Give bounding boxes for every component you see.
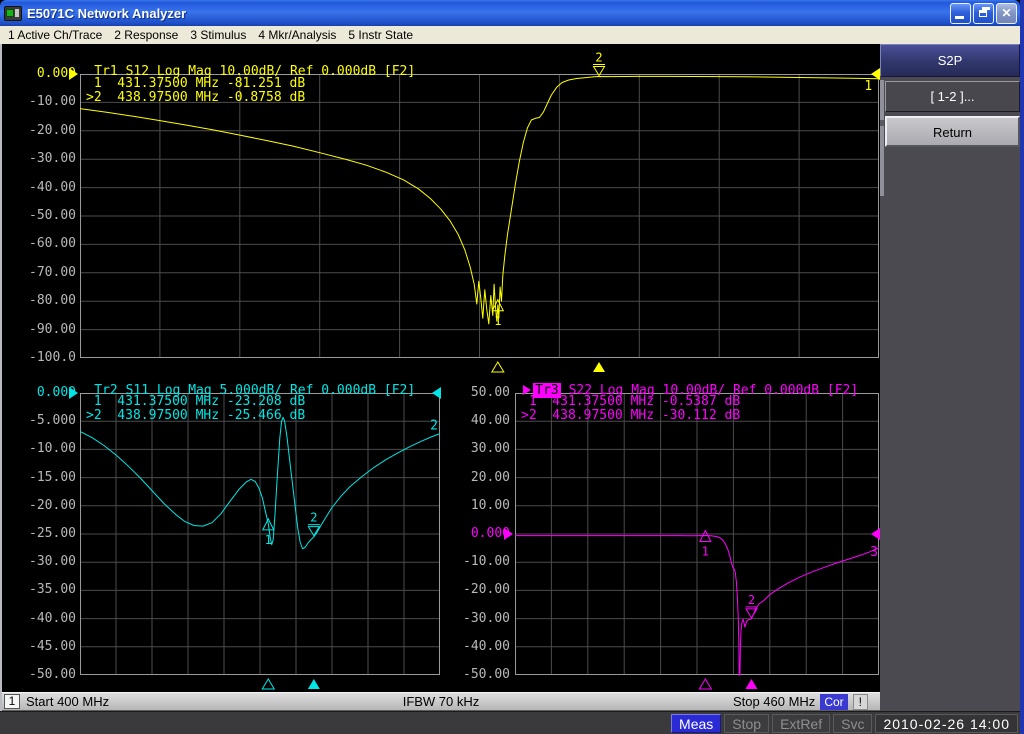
menu-item-stimulus[interactable]: 3 Stimulus <box>184 28 252 42</box>
menu-item-response[interactable]: 2 Response <box>108 28 184 42</box>
trace2-marker-readout: 1 431.37500 MHz -23.208 dB >2 438.97500 … <box>86 395 305 422</box>
y-axis-label: -50.00 <box>6 208 76 224</box>
y-axis-label: -20.00 <box>6 498 76 514</box>
y-axis-label: 30.00 <box>440 441 510 457</box>
y-axis-label: -30.00 <box>6 151 76 167</box>
softkey-ports-button[interactable]: [ 1-2 ]... <box>885 81 1020 112</box>
y-axis-label: 20.00 <box>440 470 510 486</box>
y-axis-label: 10.00 <box>440 498 510 514</box>
title-bar[interactable]: E5071C Network Analyzer ✕ <box>0 0 1020 26</box>
y-axis-label: -50.00 <box>6 667 76 683</box>
y-axis-label: -90.00 <box>6 322 76 338</box>
svg-text:3: 3 <box>870 545 878 560</box>
close-icon: ✕ <box>1001 7 1011 19</box>
y-axis-label: -100.0 <box>6 350 76 366</box>
status-bar: Meas Stop ExtRef Svc 2010-02-26 14:00 <box>0 711 1020 734</box>
ifbw-label: IFBW 70 kHz <box>2 694 880 709</box>
y-axis-label: -40.00 <box>6 180 76 196</box>
minimize-button[interactable] <box>950 3 971 24</box>
channel-status-bar: 1 Start 400 MHz IFBW 70 kHz Stop 460 MHz… <box>2 692 880 711</box>
display-column: Tr1 S12 Log Mag 10.00dB/ Ref 0.000dB [F2… <box>0 44 880 711</box>
y-axis-label: -10.00 <box>440 554 510 570</box>
y-axis-label: -10.00 <box>6 441 76 457</box>
close-button[interactable]: ✕ <box>996 3 1017 24</box>
y-axis-label: 40.00 <box>440 413 510 429</box>
menu-item-instr-state[interactable]: 5 Instr State <box>342 28 419 42</box>
datetime-display: 2010-02-26 14:00 <box>875 714 1018 733</box>
y-axis-label: -60.00 <box>6 236 76 252</box>
y-axis-label: -30.00 <box>440 611 510 627</box>
extref-status-indicator: ExtRef <box>772 714 830 733</box>
window-title: E5071C Network Analyzer <box>27 6 950 21</box>
y-axis-label: -20.00 <box>6 123 76 139</box>
y-axis-label: 0.000 <box>440 526 510 542</box>
trace3-marker-readout: 1 431.37500 MHz -0.5387 dB >2 438.97500 … <box>521 395 740 422</box>
restore-icon <box>979 10 987 17</box>
y-axis-label: -40.00 <box>440 639 510 655</box>
y-axis-label: -20.00 <box>440 582 510 598</box>
minimize-icon <box>955 16 964 19</box>
y-axis-label: -10.00 <box>6 94 76 110</box>
softkey-scroll-strip <box>880 80 884 196</box>
y-axis-label: -15.00 <box>6 470 76 486</box>
svg-text:1: 1 <box>864 79 872 94</box>
svc-status-indicator: Svc <box>833 714 872 733</box>
softkey-return-button[interactable]: Return <box>885 116 1020 147</box>
y-axis-label: -80.00 <box>6 293 76 309</box>
menu-item-active-ch-trace[interactable]: 1 Active Ch/Trace <box>2 28 108 42</box>
stop-status-indicator: Stop <box>724 714 769 733</box>
y-axis-label: -45.00 <box>6 639 76 655</box>
svg-text:2: 2 <box>595 50 602 64</box>
menu-bar: 1 Active Ch/Trace 2 Response 3 Stimulus … <box>0 26 1020 44</box>
svg-text:2: 2 <box>430 419 438 434</box>
app-window: E5071C Network Analyzer ✕ 1 Active Ch/Tr… <box>0 0 1024 734</box>
y-axis-label: -50.00 <box>440 667 510 683</box>
softkey-s2p-button[interactable]: S2P <box>880 44 1020 77</box>
menu-item-mkr-analysis[interactable]: 4 Mkr/Analysis <box>252 28 342 42</box>
y-axis-label: -5.000 <box>6 413 76 429</box>
meas-status-indicator: Meas <box>671 714 721 733</box>
y-axis-label: -40.00 <box>6 611 76 627</box>
restore-button[interactable] <box>973 3 994 24</box>
svg-text:2: 2 <box>748 593 755 607</box>
app-icon <box>4 6 22 21</box>
y-axis-label: -35.00 <box>6 582 76 598</box>
svg-text:2: 2 <box>310 511 317 525</box>
svg-text:1: 1 <box>702 545 709 559</box>
y-axis-label: -70.00 <box>6 265 76 281</box>
softkey-panel: S2P [ 1-2 ]... Return <box>880 44 1020 711</box>
y-axis-label: -25.00 <box>6 526 76 542</box>
svg-text:1: 1 <box>265 533 272 547</box>
instrument-display: Tr1 S12 Log Mag 10.00dB/ Ref 0.000dB [F2… <box>2 44 880 692</box>
trace1-marker-readout: 1 431.37500 MHz -81.251 dB >2 438.97500 … <box>86 77 305 104</box>
svg-text:1: 1 <box>494 314 501 328</box>
y-axis-label: -30.00 <box>6 554 76 570</box>
